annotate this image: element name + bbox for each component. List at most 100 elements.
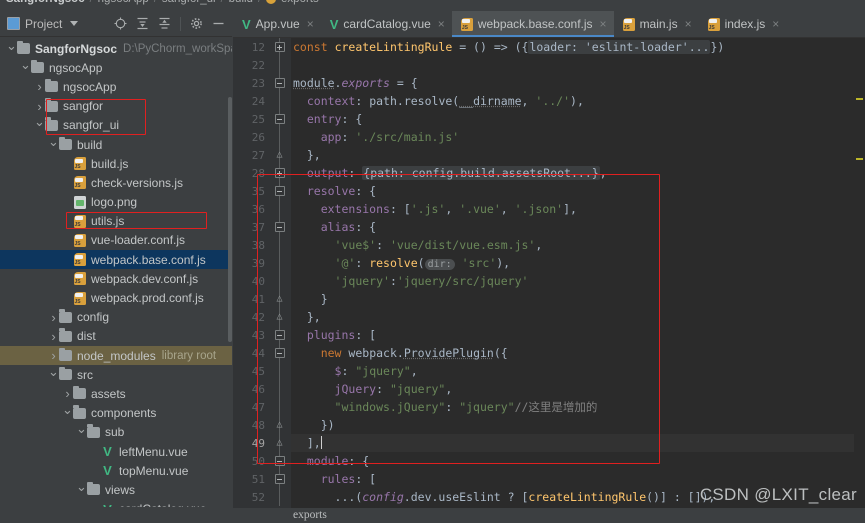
chevron-expanded-icon[interactable] (20, 60, 31, 76)
chevron-expanded-icon[interactable] (76, 482, 87, 498)
breadcrumb-item[interactable]: ngsocApp (98, 0, 149, 5)
chevron-expanded-icon[interactable] (6, 41, 17, 57)
minimize-icon[interactable] (212, 17, 225, 30)
chevron-collapsed-icon[interactable] (48, 310, 59, 325)
fold-end-icon[interactable]: △ (274, 149, 285, 160)
breadcrumb-item[interactable]: build (229, 0, 253, 5)
tree-node-check-versions-js[interactable]: check-versions.js (0, 173, 232, 192)
code-line[interactable]: 47 "windows.jQuery": "jquery"//这里是增加的 (233, 398, 865, 416)
error-stripe[interactable] (854, 38, 865, 508)
code-text[interactable]: ], (291, 434, 865, 452)
fold-gutter-cell[interactable] (269, 182, 291, 200)
fold-gutter-cell[interactable] (269, 200, 291, 218)
chevron-expanded-icon[interactable] (34, 117, 45, 133)
fold-gutter-cell[interactable] (269, 218, 291, 236)
tree-node-webpack-dev-conf-js[interactable]: webpack.dev.conf.js (0, 269, 232, 288)
project-panel-title[interactable]: Project (0, 17, 79, 31)
tree-node-config[interactable]: config (0, 308, 232, 327)
fold-gutter-cell[interactable] (269, 398, 291, 416)
tree-node-webpack-base-conf-js[interactable]: webpack.base.conf.js (0, 250, 232, 270)
tree-node-utils-js[interactable]: utils.js (0, 212, 232, 231)
close-icon[interactable]: × (307, 17, 314, 31)
code-text[interactable]: '@': resolve(dir: 'src'), (291, 254, 865, 272)
tree-node-webpack-prod-conf-js[interactable]: webpack.prod.conf.js (0, 288, 232, 307)
fold-gutter-cell[interactable] (269, 254, 291, 272)
status-breadcrumb[interactable]: exports (293, 509, 327, 521)
editor-tab-app-vue[interactable]: V App.vue × (233, 11, 321, 37)
code-line[interactable]: 23 module.exports = { (233, 74, 865, 92)
fold-gutter-cell[interactable] (269, 92, 291, 110)
fold-gutter-cell[interactable] (269, 272, 291, 290)
editor-tab-main-js[interactable]: main.js × (614, 11, 699, 37)
fold-gutter-cell[interactable]: △ (269, 290, 291, 308)
code-line[interactable]: 26 app: './src/main.js' (233, 128, 865, 146)
code-text[interactable]: }, (291, 308, 865, 326)
chevron-expanded-icon[interactable] (48, 367, 59, 383)
breadcrumb-last[interactable]: exports (281, 0, 319, 5)
fold-gutter-cell[interactable]: △ (269, 146, 291, 164)
tree-node-node-modules[interactable]: node_modules library root (0, 346, 232, 366)
fold-expand-icon[interactable] (274, 42, 285, 52)
fold-gutter-cell[interactable] (269, 488, 291, 506)
fold-end-icon[interactable]: △ (274, 293, 285, 304)
code-line[interactable]: 49 △ ], (233, 434, 865, 452)
tree-node-components[interactable]: components (0, 404, 232, 423)
tree-node-logo-png[interactable]: logo.png (0, 193, 232, 212)
code-line[interactable]: 39 '@': resolve(dir: 'src'), (233, 254, 865, 272)
fold-gutter-cell[interactable] (269, 128, 291, 146)
fold-expand-icon[interactable] (274, 168, 285, 178)
project-tree[interactable]: SangforNgsoc D:\PyChorm_workSpace\Sangsoc… (0, 37, 232, 515)
tree-node-sangfor-ui[interactable]: sangfor_ui (0, 116, 232, 135)
tree-node-topmenu-vue[interactable]: VtopMenu.vue (0, 461, 232, 480)
fold-collapse-icon[interactable] (274, 78, 285, 88)
code-text[interactable]: 'vue$': 'vue/dist/vue.esm.js', (291, 236, 865, 254)
fold-gutter-cell[interactable] (269, 344, 291, 362)
code-line[interactable]: 42 △ }, (233, 308, 865, 326)
close-icon[interactable]: × (438, 17, 445, 31)
close-icon[interactable]: × (600, 17, 607, 31)
code-text[interactable]: const createLintingRule = () => ({loader… (291, 38, 865, 56)
chevron-down-icon[interactable] (70, 21, 79, 26)
collapse-all-icon[interactable] (158, 17, 171, 30)
tree-node-sangfor[interactable]: sangfor (0, 97, 232, 116)
code-line[interactable]: 12 const createLintingRule = () => ({load… (233, 38, 865, 56)
fold-end-icon[interactable]: △ (274, 311, 285, 322)
code-text[interactable]: resolve: { (291, 182, 865, 200)
code-text[interactable]: "windows.jQuery": "jquery"//这里是增加的 (291, 398, 865, 416)
close-icon[interactable]: × (772, 17, 779, 31)
fold-collapse-icon[interactable] (274, 348, 285, 358)
fold-gutter-cell[interactable] (269, 74, 291, 92)
tree-node-src[interactable]: src (0, 365, 232, 384)
settings-gear-icon[interactable] (190, 17, 203, 30)
tree-node-ngsocapp[interactable]: ngsocApp (0, 58, 232, 77)
code-line[interactable]: 41 △ } (233, 290, 865, 308)
code-line[interactable]: 43 plugins: [ (233, 326, 865, 344)
chevron-collapsed-icon[interactable] (48, 329, 59, 344)
chevron-expanded-icon[interactable] (48, 137, 59, 153)
code-line[interactable]: 44 new webpack.ProvidePlugin({ (233, 344, 865, 362)
chevron-collapsed-icon[interactable] (62, 386, 73, 401)
editor-tab-index-js[interactable]: index.js × (699, 11, 787, 37)
fold-gutter-cell[interactable] (269, 362, 291, 380)
code-text[interactable]: new webpack.ProvidePlugin({ (291, 344, 865, 362)
fold-gutter-cell[interactable]: △ (269, 308, 291, 326)
tree-node-sangforngsoc[interactable]: SangforNgsoc D:\PyChorm_workSpace\Sa (0, 39, 232, 58)
code-editor[interactable]: 12 const createLintingRule = () => ({load… (233, 38, 865, 508)
code-line[interactable]: 22 (233, 56, 865, 74)
code-line[interactable]: 40 'jquery':'jquery/src/jquery' (233, 272, 865, 290)
breadcrumb-item[interactable]: sangfor_ui (162, 0, 216, 5)
code-text[interactable]: }) (291, 416, 865, 434)
tree-vertical-scrollbar[interactable] (228, 97, 232, 342)
fold-gutter-cell[interactable]: △ (269, 434, 291, 452)
code-line[interactable]: 45 $: "jquery", (233, 362, 865, 380)
fold-end-icon[interactable]: △ (274, 419, 285, 430)
fold-gutter-cell[interactable] (269, 380, 291, 398)
fold-collapse-icon[interactable] (274, 456, 285, 466)
tree-node-sub[interactable]: sub (0, 423, 232, 442)
code-line[interactable]: 37 alias: { (233, 218, 865, 236)
editor-tab-webpack-base-conf-js[interactable]: webpack.base.conf.js × (451, 11, 614, 37)
code-line[interactable]: 27 △ }, (233, 146, 865, 164)
code-line[interactable]: 35 resolve: { (233, 182, 865, 200)
fold-gutter-cell[interactable] (269, 326, 291, 344)
expand-all-icon[interactable] (136, 17, 149, 30)
